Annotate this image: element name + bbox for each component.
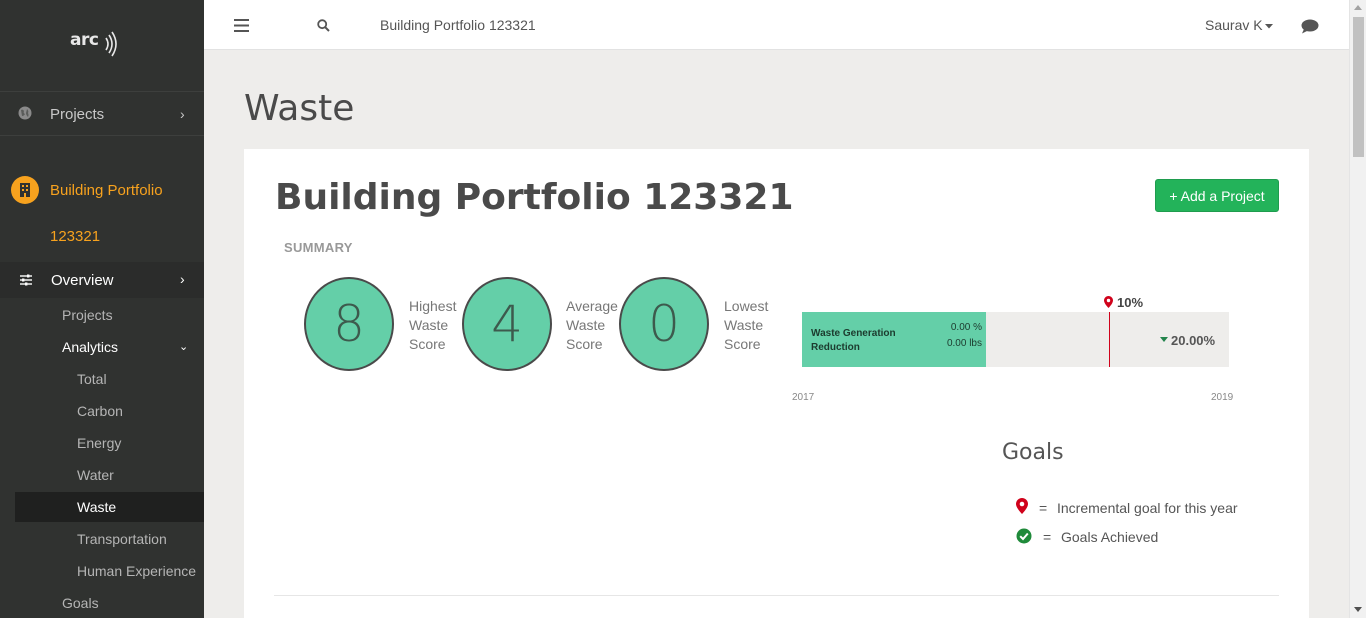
user-menu[interactable]: Saurav K xyxy=(1205,17,1263,33)
map-pin-icon xyxy=(1104,296,1113,308)
sidebar-item-human-experience[interactable]: Human Experience xyxy=(77,563,196,579)
caret-down-icon[interactable] xyxy=(1265,24,1273,29)
caret-down-icon xyxy=(1160,337,1168,342)
search-icon[interactable] xyxy=(317,19,330,32)
goal-marker-line xyxy=(1109,312,1110,367)
sidebar-projects-label: Projects xyxy=(50,106,105,123)
summary-heading: SUMMARY xyxy=(284,240,353,255)
end-year: 2019 xyxy=(1211,392,1234,403)
sliders-icon xyxy=(20,274,32,286)
portfolio-name-line2: 123321 xyxy=(50,228,101,245)
scrollbar-thumb[interactable] xyxy=(1353,17,1364,157)
bar-lbs-value: 0.00 lbs xyxy=(946,338,982,349)
goals-achieved-label: Goals Achieved xyxy=(1061,529,1159,545)
sidebar-item-projects[interactable]: Projects › xyxy=(0,91,204,136)
portfolio-name-line1: Building Portfolio xyxy=(50,182,163,199)
scroll-up-arrow-icon[interactable] xyxy=(1354,5,1362,10)
sidebar-item-carbon[interactable]: Carbon xyxy=(77,403,123,419)
top-bar: Building Portfolio 123321 Saurav K xyxy=(204,0,1349,50)
sidebar-item-energy[interactable]: Energy xyxy=(77,435,121,451)
globe-icon xyxy=(18,106,32,120)
check-circle-icon xyxy=(1016,528,1032,544)
incremental-goal-label: Incremental goal for this year xyxy=(1057,500,1238,516)
card-title: Building Portfolio 123321 xyxy=(275,177,794,218)
sidebar-item-water[interactable]: Water xyxy=(77,467,114,483)
chat-bubble-icon[interactable] xyxy=(1301,19,1319,34)
page-scrollbar[interactable] xyxy=(1349,0,1366,618)
start-year: 2017 xyxy=(792,392,815,403)
chevron-right-icon: › xyxy=(180,271,185,287)
add-project-button[interactable]: + Add a Project xyxy=(1155,179,1279,212)
average-score-circle: 4 xyxy=(462,277,552,371)
section-divider xyxy=(274,595,1279,596)
arc-logo[interactable]: arc xyxy=(70,30,120,60)
goal-marker-label: 10% xyxy=(1117,295,1144,310)
lowest-score-circle: 0 xyxy=(619,277,709,371)
sidebar-item-waste[interactable]: Waste xyxy=(77,499,116,515)
chevron-down-icon: ⌄ xyxy=(179,341,189,353)
bar-label: Waste Generation Reduction xyxy=(811,327,896,355)
highest-score-label: Highest Waste Score xyxy=(409,298,457,352)
portfolio-card: Building Portfolio 123321 + Add a Projec… xyxy=(244,149,1309,618)
bar-percent-value: 0.00 % xyxy=(950,322,982,333)
target-value: 20.00% xyxy=(1171,333,1216,348)
sidebar: arc Projects › Building Portfolio 123321… xyxy=(0,0,204,618)
topbar-title: Building Portfolio 123321 xyxy=(380,17,536,33)
chevron-right-icon: › xyxy=(180,106,185,122)
legend-equals: = xyxy=(1039,500,1048,516)
building-icon xyxy=(11,176,39,204)
map-pin-icon xyxy=(1016,498,1028,514)
sidebar-item-projects-sub[interactable]: Projects xyxy=(62,307,113,323)
sidebar-overview-label: Overview xyxy=(51,272,114,289)
logo-wordmark: arc xyxy=(70,30,99,50)
logo-waves-icon xyxy=(105,31,117,57)
average-score-label: Average Waste Score xyxy=(566,298,618,352)
legend-equals: = xyxy=(1043,529,1052,545)
sidebar-item-overview[interactable]: Overview › xyxy=(0,262,204,298)
sidebar-item-transportation[interactable]: Transportation xyxy=(77,531,167,547)
hamburger-menu-icon[interactable] xyxy=(234,19,249,32)
waste-reduction-fill: Waste Generation Reduction 0.00 % 0.00 l… xyxy=(802,312,986,367)
sidebar-item-analytics[interactable]: Analytics xyxy=(62,339,118,355)
sidebar-portfolio[interactable]: Building Portfolio 123321 xyxy=(0,166,204,261)
sidebar-item-goals[interactable]: Goals xyxy=(62,595,99,611)
bar-label-line1: Waste Generation xyxy=(811,328,896,339)
lowest-score-label: Lowest Waste Score xyxy=(724,298,769,352)
sidebar-item-total[interactable]: Total xyxy=(77,371,107,387)
goals-heading: Goals xyxy=(1002,440,1064,465)
highest-score-circle: 8 xyxy=(304,277,394,371)
bar-label-line2: Reduction xyxy=(811,342,860,353)
page-title: Waste xyxy=(244,88,355,129)
scroll-down-arrow-icon[interactable] xyxy=(1354,607,1362,612)
